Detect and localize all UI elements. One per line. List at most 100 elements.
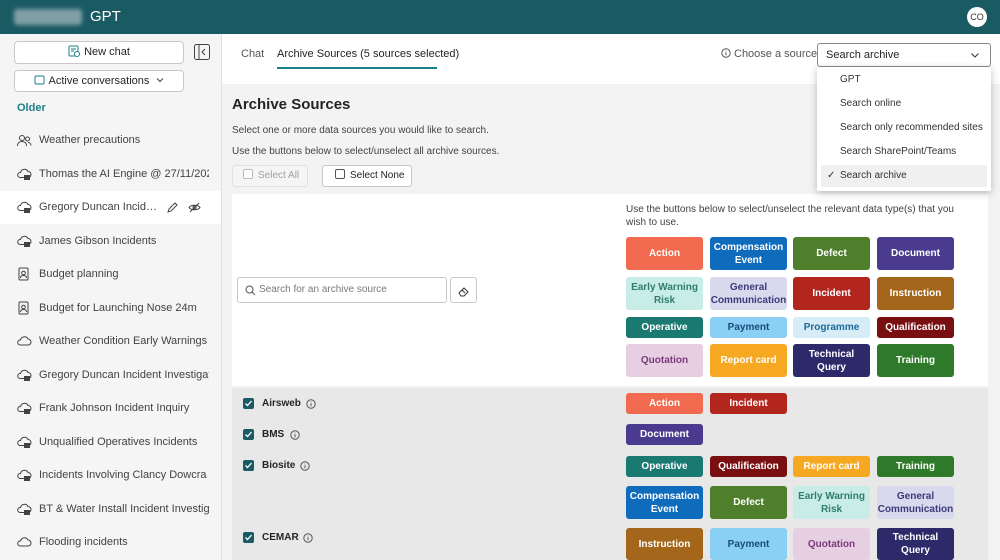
datatype-chip-compensation-event[interactable]: Compensation Event <box>626 486 703 519</box>
datatype-chip-report-card[interactable]: Report card <box>793 456 870 477</box>
sidebar-item[interactable]: Budget planning <box>0 258 221 291</box>
sidebar-item[interactable]: BT & Water Install Incident Investigat..… <box>0 493 221 526</box>
source-option-recommended-sites[interactable]: Search only recommended sites <box>821 117 987 139</box>
datatype-chip-action[interactable]: Action <box>626 393 703 414</box>
cloud-archive-icon <box>17 402 32 414</box>
sidebar-item[interactable]: James Gibson Incidents <box>0 225 221 258</box>
info-icon[interactable] <box>303 533 313 543</box>
sidebar-item[interactable]: Weather precautions <box>0 124 221 157</box>
sidebar-item[interactable]: Incidents Involving Clancy Dowcra <box>0 459 221 492</box>
datatype-chip-document[interactable]: Document <box>626 424 703 445</box>
rename-pencil-icon[interactable] <box>166 201 179 214</box>
select-none-label: Select None <box>350 170 405 181</box>
datatype-chip-defect[interactable]: Defect <box>793 237 870 270</box>
avatar[interactable]: CO <box>967 7 987 27</box>
source-row <box>232 419 988 450</box>
cloud-archive-icon <box>17 235 32 247</box>
select-all-button[interactable]: Select All <box>232 165 308 187</box>
source-option-sharepoint[interactable]: Search SharePoint/Teams <box>821 141 987 163</box>
datatype-chip-defect[interactable]: Defect <box>710 486 787 519</box>
datatype-chip-quotation[interactable]: Quotation <box>793 528 870 560</box>
sidebar-item[interactable]: Flooding incidents <box>0 526 221 559</box>
datatype-chip-document[interactable]: Document <box>877 237 954 270</box>
datatype-chip-qualification[interactable]: Qualification <box>710 456 787 477</box>
datatype-chip-training[interactable]: Training <box>877 456 954 477</box>
datatype-chip-general-communication[interactable]: General Communication <box>710 277 787 310</box>
source-checkbox[interactable] <box>243 429 254 440</box>
source-option-gpt[interactable]: GPT <box>821 69 987 91</box>
info-icon <box>721 48 731 58</box>
datatype-chip-early-warning-risk[interactable]: Early Warning Risk <box>793 486 870 519</box>
source-checkbox[interactable] <box>243 398 254 409</box>
datatype-chip-incident[interactable]: Incident <box>710 393 787 414</box>
info-icon[interactable] <box>290 430 300 440</box>
people-icon <box>17 135 32 147</box>
datatype-chip-training[interactable]: Training <box>877 344 954 377</box>
datatype-chip-report-card[interactable]: Report card <box>710 344 787 377</box>
cloud-archive-icon <box>17 168 32 180</box>
sidebar-item-label: Weather Condition Early Warnings <box>39 335 208 347</box>
datatype-chip-instruction[interactable]: Instruction <box>626 528 703 560</box>
option-label: Search online <box>840 98 902 109</box>
info-icon[interactable] <box>306 399 316 409</box>
sidebar-item[interactable]: Gregory Duncan Incident Investigation <box>0 359 221 392</box>
sidebar-item[interactable]: Frank Johnson Incident Inquiry <box>0 392 221 425</box>
sidebar-item-label: Budget for Launching Nose 24m <box>39 302 197 314</box>
datatype-chip-qualification[interactable]: Qualification <box>877 317 954 338</box>
source-option-search-online[interactable]: Search online <box>821 93 987 115</box>
datatype-chip-early-warning-risk[interactable]: Early Warning Risk <box>626 277 703 310</box>
sidebar-item-selected[interactable]: Gregory Duncan Incident I... <box>0 191 221 224</box>
source-option-archive[interactable]: ✓ Search archive <box>821 165 987 187</box>
checkbox-icon <box>335 169 345 179</box>
sidebar-item-label: BT & Water Install Incident Investigat..… <box>39 503 209 515</box>
checkbox-icon <box>243 169 253 179</box>
datatype-chip-programme[interactable]: Programme <box>793 317 870 338</box>
hide-eye-off-icon[interactable] <box>188 201 201 214</box>
cloud-archive-icon <box>17 201 32 213</box>
datatype-chip-payment[interactable]: Payment <box>710 528 787 560</box>
active-tab-indicator <box>277 67 437 69</box>
source-checkbox[interactable] <box>243 532 254 543</box>
new-chat-icon <box>68 45 81 57</box>
archive-source-search-input[interactable]: Search for an archive source <box>237 277 447 303</box>
sidebar-item[interactable]: Weather Condition Early Warnings <box>0 325 221 358</box>
datatype-chip-incident[interactable]: Incident <box>793 277 870 310</box>
datatype-chip-technical-query[interactable]: Technical Query <box>793 344 870 377</box>
option-label: Search SharePoint/Teams <box>840 146 957 157</box>
sidebar-item[interactable]: Budget for Launching Nose 24m <box>0 292 221 325</box>
datatype-chip-quotation[interactable]: Quotation <box>626 344 703 377</box>
option-label: Search only recommended sites <box>840 122 983 133</box>
select-all-label: Select All <box>258 170 300 181</box>
datatype-chip-technical-query[interactable]: Technical Query <box>877 528 954 560</box>
source-row <box>232 523 988 560</box>
section-heading-older: Older <box>17 102 46 114</box>
source-select[interactable]: Search archive <box>817 43 991 67</box>
source-row <box>232 450 988 523</box>
active-conversations-button[interactable]: Active conversations <box>14 70 184 92</box>
sidebar-item[interactable]: Thomas the AI Engine @ 27/11/2024... <box>0 158 221 191</box>
clear-search-button[interactable] <box>450 277 477 303</box>
option-label: Search archive <box>840 170 907 181</box>
tab-archive-sources[interactable]: Archive Sources (5 sources selected) <box>277 48 459 60</box>
datatype-chip-payment[interactable]: Payment <box>710 317 787 338</box>
tab-chat[interactable]: Chat <box>241 48 264 60</box>
sidebar-item[interactable]: Unqualified Operatives Incidents <box>0 426 221 459</box>
select-none-button[interactable]: Select None <box>322 165 412 187</box>
datatype-chip-compensation-event[interactable]: Compensation Event <box>710 237 787 270</box>
datatype-chip-action[interactable]: Action <box>626 237 703 270</box>
datatype-chip-instruction[interactable]: Instruction <box>877 277 954 310</box>
choose-source-label: Choose a source: <box>721 48 820 60</box>
sidebar-item-label: Incidents Involving Clancy Dowcra <box>39 469 207 481</box>
datatype-chip-operative[interactable]: Operative <box>626 317 703 338</box>
info-icon[interactable] <box>300 461 310 471</box>
new-chat-label: New chat <box>84 46 130 58</box>
datatype-chip-operative[interactable]: Operative <box>626 456 703 477</box>
search-placeholder: Search for an archive source <box>259 284 387 295</box>
active-conversations-label: Active conversations <box>48 75 150 87</box>
datatype-chip-general-communication[interactable]: General Communication <box>877 486 954 519</box>
sidebar-item-label: Frank Johnson Incident Inquiry <box>39 402 190 414</box>
new-chat-button[interactable]: New chat <box>14 41 184 64</box>
source-checkbox[interactable] <box>243 460 254 471</box>
collapse-sidebar-icon[interactable] <box>193 43 211 61</box>
app-title: GPT <box>90 8 121 25</box>
